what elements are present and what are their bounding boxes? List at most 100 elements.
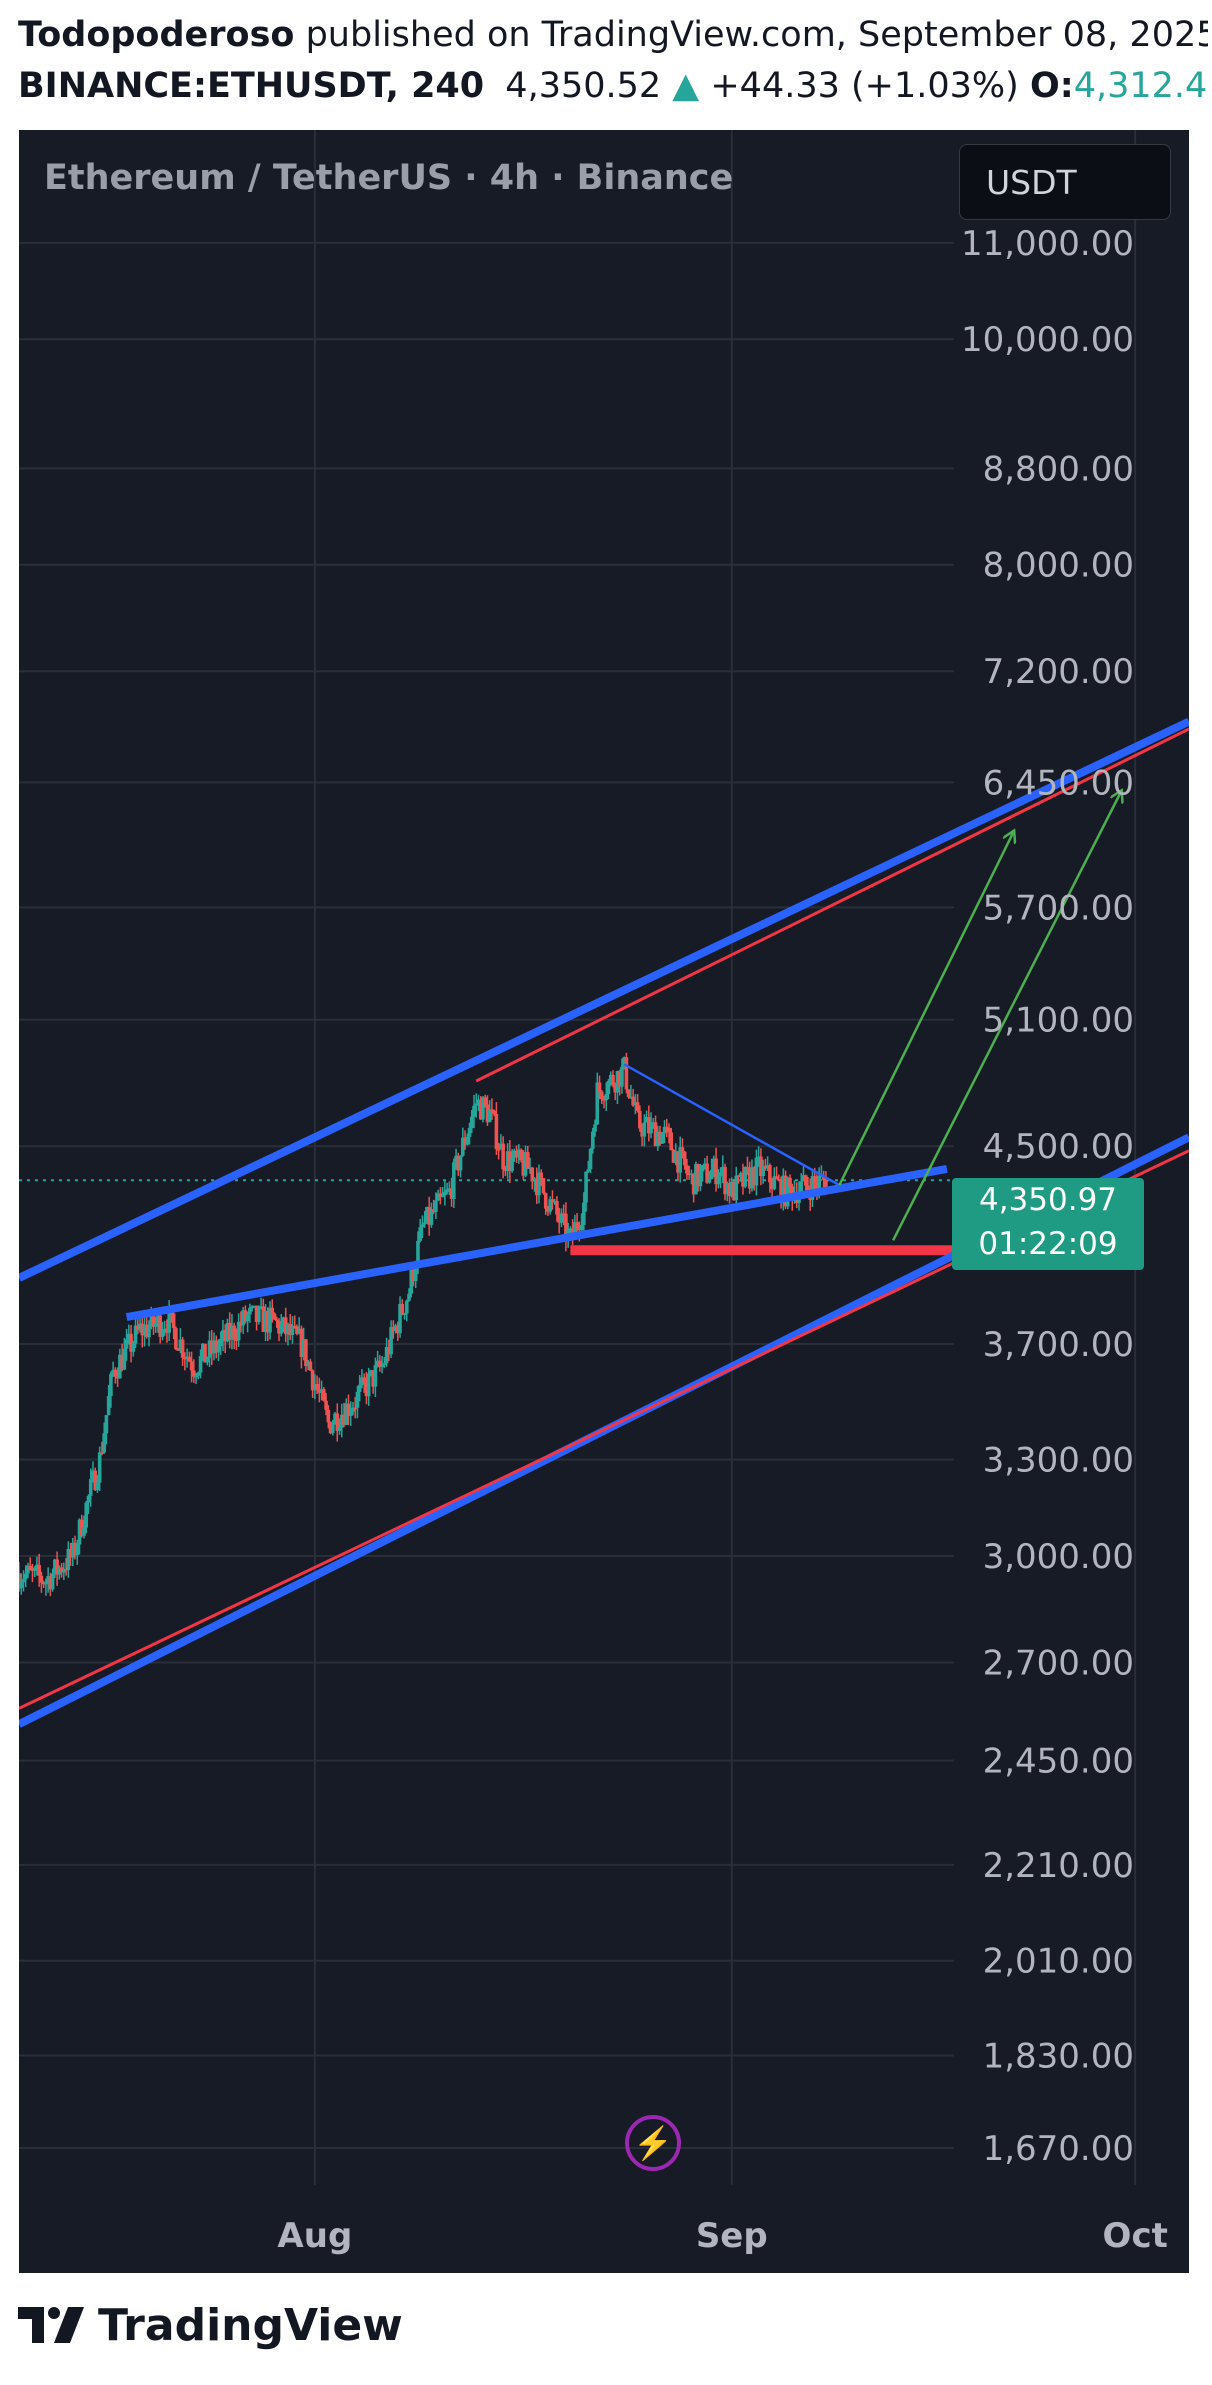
candle-body	[440, 1195, 445, 1197]
tradingview-logo-icon	[18, 2307, 84, 2343]
candle-body	[458, 1155, 463, 1171]
grid-lines	[19, 130, 1137, 2185]
candle-body	[718, 1172, 723, 1177]
candle-body	[483, 1097, 488, 1105]
candle-body	[680, 1147, 685, 1152]
price-change: +44.33 (+1.03%)	[710, 66, 1019, 106]
candle-body	[122, 1348, 127, 1370]
candle-body	[382, 1363, 387, 1365]
candle-body	[189, 1361, 194, 1371]
last-price: 4,350.52	[505, 66, 662, 106]
candle-body	[812, 1176, 817, 1183]
candle-body	[171, 1313, 176, 1329]
symbol-interval: BINANCE:ETHUSDT, 240	[18, 66, 485, 106]
y-tick-label: 3,300.00	[983, 1441, 1134, 1481]
currency-selector[interactable]: USDT	[959, 144, 1171, 220]
candle-body	[330, 1424, 335, 1434]
candle-body	[467, 1127, 472, 1137]
candle-body	[465, 1136, 470, 1145]
candle-body	[100, 1452, 104, 1454]
candle-body	[599, 1091, 604, 1100]
candle-body	[348, 1411, 353, 1416]
candle-body	[586, 1169, 591, 1172]
candle-body	[492, 1110, 496, 1115]
y-tick-label: 1,670.00	[983, 2129, 1134, 2169]
y-tick-label: 2,210.00	[983, 1846, 1134, 1886]
candle-body	[806, 1185, 810, 1191]
candle-body	[734, 1175, 739, 1201]
candle-body	[272, 1313, 277, 1320]
candle-body	[543, 1193, 548, 1209]
candle-body	[698, 1171, 703, 1187]
current-price-badge: 4,350.97 01:22:09	[952, 1178, 1144, 1270]
candle-body	[496, 1149, 501, 1151]
candle-body	[257, 1307, 261, 1322]
chart-title: Ethereum / TetherUS · 4h · Binance	[44, 158, 734, 198]
candle-body	[788, 1177, 792, 1187]
candle-body	[147, 1326, 151, 1337]
candle-body	[660, 1133, 665, 1144]
y-tick-label: 7,200.00	[983, 652, 1134, 692]
candle-body	[402, 1313, 407, 1316]
candle-body	[82, 1527, 86, 1536]
candle-body	[362, 1377, 366, 1383]
candle-body	[510, 1157, 514, 1171]
y-tick-label: 5,100.00	[983, 1001, 1134, 1041]
candle-body	[28, 1565, 33, 1570]
candle-body	[709, 1169, 714, 1180]
candle-body	[245, 1314, 250, 1322]
candle-body	[413, 1268, 418, 1282]
y-tick-label: 3,000.00	[983, 1537, 1134, 1577]
candle-body	[817, 1176, 821, 1189]
y-tick-label: 1,830.00	[983, 2037, 1134, 2077]
candle-body	[353, 1407, 358, 1410]
candle-body	[232, 1325, 236, 1340]
candle-body	[160, 1330, 165, 1337]
y-tick-label: 2,700.00	[983, 1643, 1134, 1683]
y-tick-label: 11,000.00	[961, 224, 1134, 264]
candle-body	[774, 1176, 779, 1180]
candle-body	[21, 1579, 26, 1583]
candle-body	[604, 1094, 609, 1101]
candle-body	[575, 1222, 579, 1229]
y-tick-label: 5,700.00	[983, 888, 1134, 928]
candle-body	[19, 1582, 24, 1589]
candle-body	[113, 1369, 118, 1377]
candle-body	[37, 1564, 41, 1576]
candle-body	[626, 1089, 631, 1098]
candle-body	[270, 1307, 275, 1314]
candle-body	[44, 1582, 48, 1585]
x-tick-label: Sep	[696, 2216, 768, 2256]
candle-body	[373, 1365, 378, 1387]
lightning-icon[interactable]: ⚡	[625, 2115, 681, 2171]
y-tick-label: 6,450.00	[983, 763, 1134, 803]
candle-body	[541, 1177, 546, 1194]
current-price-label: 4,350.97	[978, 1182, 1118, 1218]
time-axis: Aug Sep Oct	[277, 2216, 1167, 2256]
candle-body	[474, 1103, 479, 1106]
candle-body	[205, 1357, 210, 1363]
candle-body	[611, 1074, 615, 1086]
tradingview-logo[interactable]: TradingView	[18, 2290, 403, 2360]
author-name[interactable]: Todopoderoso	[18, 15, 294, 55]
tradingview-wordmark: TradingView	[98, 2299, 403, 2351]
candle-body	[400, 1304, 405, 1314]
candle-body	[174, 1328, 178, 1350]
publish-header: Todopoderoso published on TradingView.co…	[18, 10, 1208, 112]
candle-body	[194, 1375, 198, 1378]
open-label: O:	[1029, 66, 1074, 106]
candle-body	[218, 1339, 223, 1347]
candle-body	[635, 1102, 640, 1111]
chart-panel[interactable]: 11,000.00 10,000.00 8,800.00 8,000.00 7,200.…	[19, 130, 1189, 2273]
bar-countdown: 01:22:09	[978, 1226, 1118, 1262]
candle-body	[279, 1323, 284, 1334]
candle-body	[274, 1319, 279, 1321]
up-arrow-icon: ▲	[672, 66, 700, 106]
candle-body	[434, 1200, 438, 1212]
candle-body	[669, 1132, 674, 1151]
candle-body	[50, 1573, 55, 1590]
candle-body	[216, 1346, 221, 1353]
candle-body	[743, 1166, 748, 1187]
candle-body	[102, 1433, 106, 1453]
candle-body	[404, 1300, 409, 1314]
